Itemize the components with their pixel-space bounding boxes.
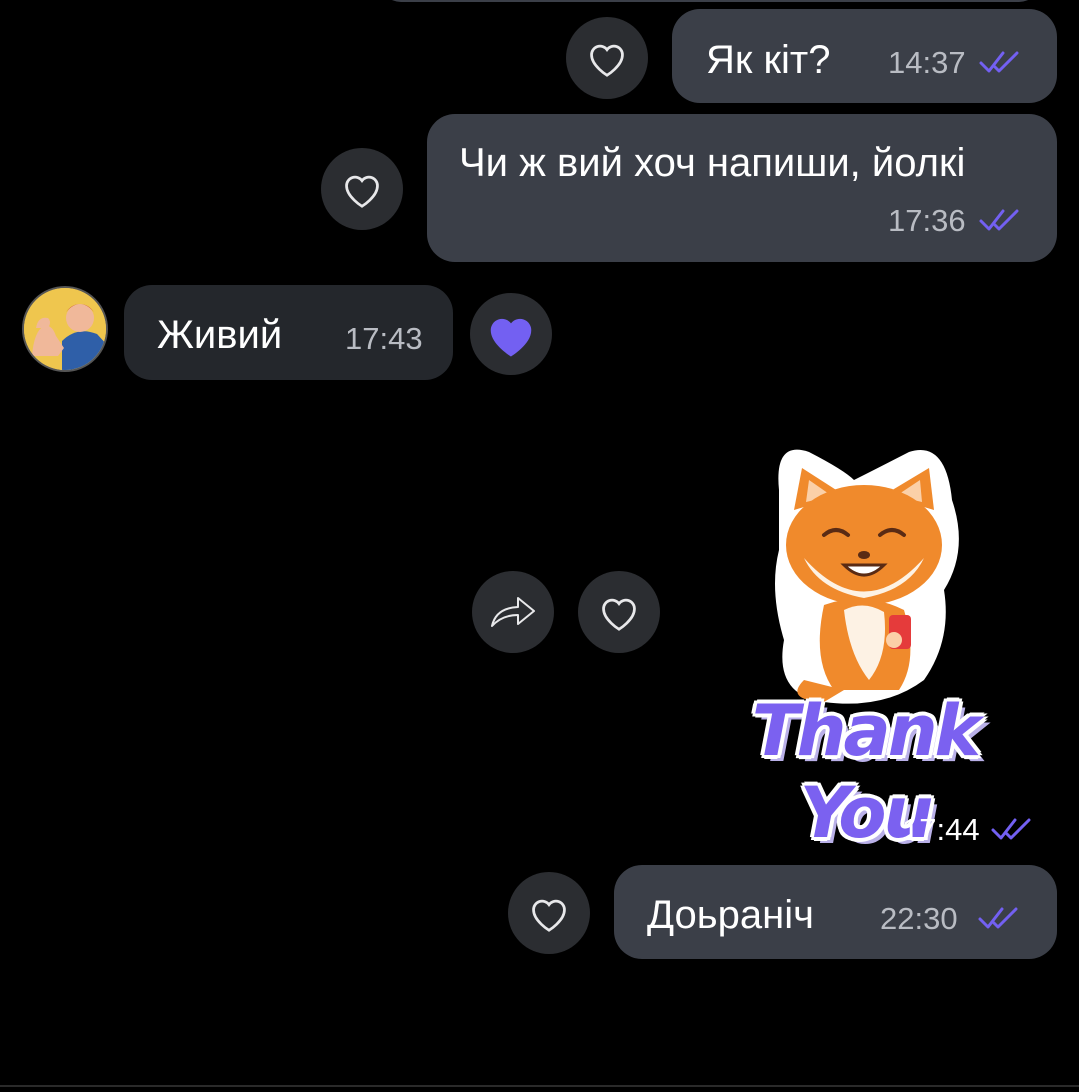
- like-button[interactable]: [578, 571, 660, 653]
- sticker-time: 17:44: [902, 812, 980, 847]
- heart-outline-icon: [590, 44, 624, 77]
- heart-filled-icon: [490, 318, 532, 357]
- heart-outline-icon: [602, 598, 636, 631]
- message-time: 17:43: [345, 321, 423, 356]
- forward-icon: [491, 597, 535, 627]
- avatar-portrait-icon: [24, 288, 106, 370]
- message-text: Доьраніч: [647, 893, 814, 937]
- message-bubble-incoming[interactable]: Живий 17:43: [124, 285, 453, 380]
- like-button[interactable]: [508, 872, 590, 954]
- like-button[interactable]: [566, 17, 648, 99]
- previous-message-bubble[interactable]: [380, 0, 1040, 2]
- fox-sticker[interactable]: Thank You: [684, 440, 1046, 854]
- message-text: Чи ж вий хоч напиши, йолкі: [459, 141, 966, 185]
- double-check-icon: [979, 51, 1019, 73]
- message-time: 17:36: [888, 203, 966, 238]
- message-text: Як кіт?: [706, 38, 831, 82]
- composer-divider: [0, 1085, 1079, 1087]
- message-bubble-outgoing[interactable]: Доьраніч 22:30: [614, 865, 1057, 959]
- message-text: Живий: [157, 313, 283, 357]
- double-check-icon: [991, 818, 1031, 840]
- fox-sticker-icon: [775, 449, 959, 704]
- user-avatar[interactable]: [22, 286, 108, 372]
- forward-button[interactable]: [472, 571, 554, 653]
- message-time: 22:30: [880, 901, 958, 936]
- message-bubble-outgoing[interactable]: Як кіт? 14:37: [672, 9, 1057, 103]
- message-time: 14:37: [888, 45, 966, 80]
- heart-outline-icon: [345, 175, 379, 208]
- message-bubble-outgoing[interactable]: Чи ж вий хоч напиши, йолкі 17:36: [427, 114, 1057, 262]
- like-button[interactable]: [321, 148, 403, 230]
- liked-button[interactable]: [470, 293, 552, 375]
- double-check-icon: [978, 907, 1018, 929]
- double-check-icon: [979, 209, 1019, 231]
- heart-outline-icon: [532, 899, 566, 932]
